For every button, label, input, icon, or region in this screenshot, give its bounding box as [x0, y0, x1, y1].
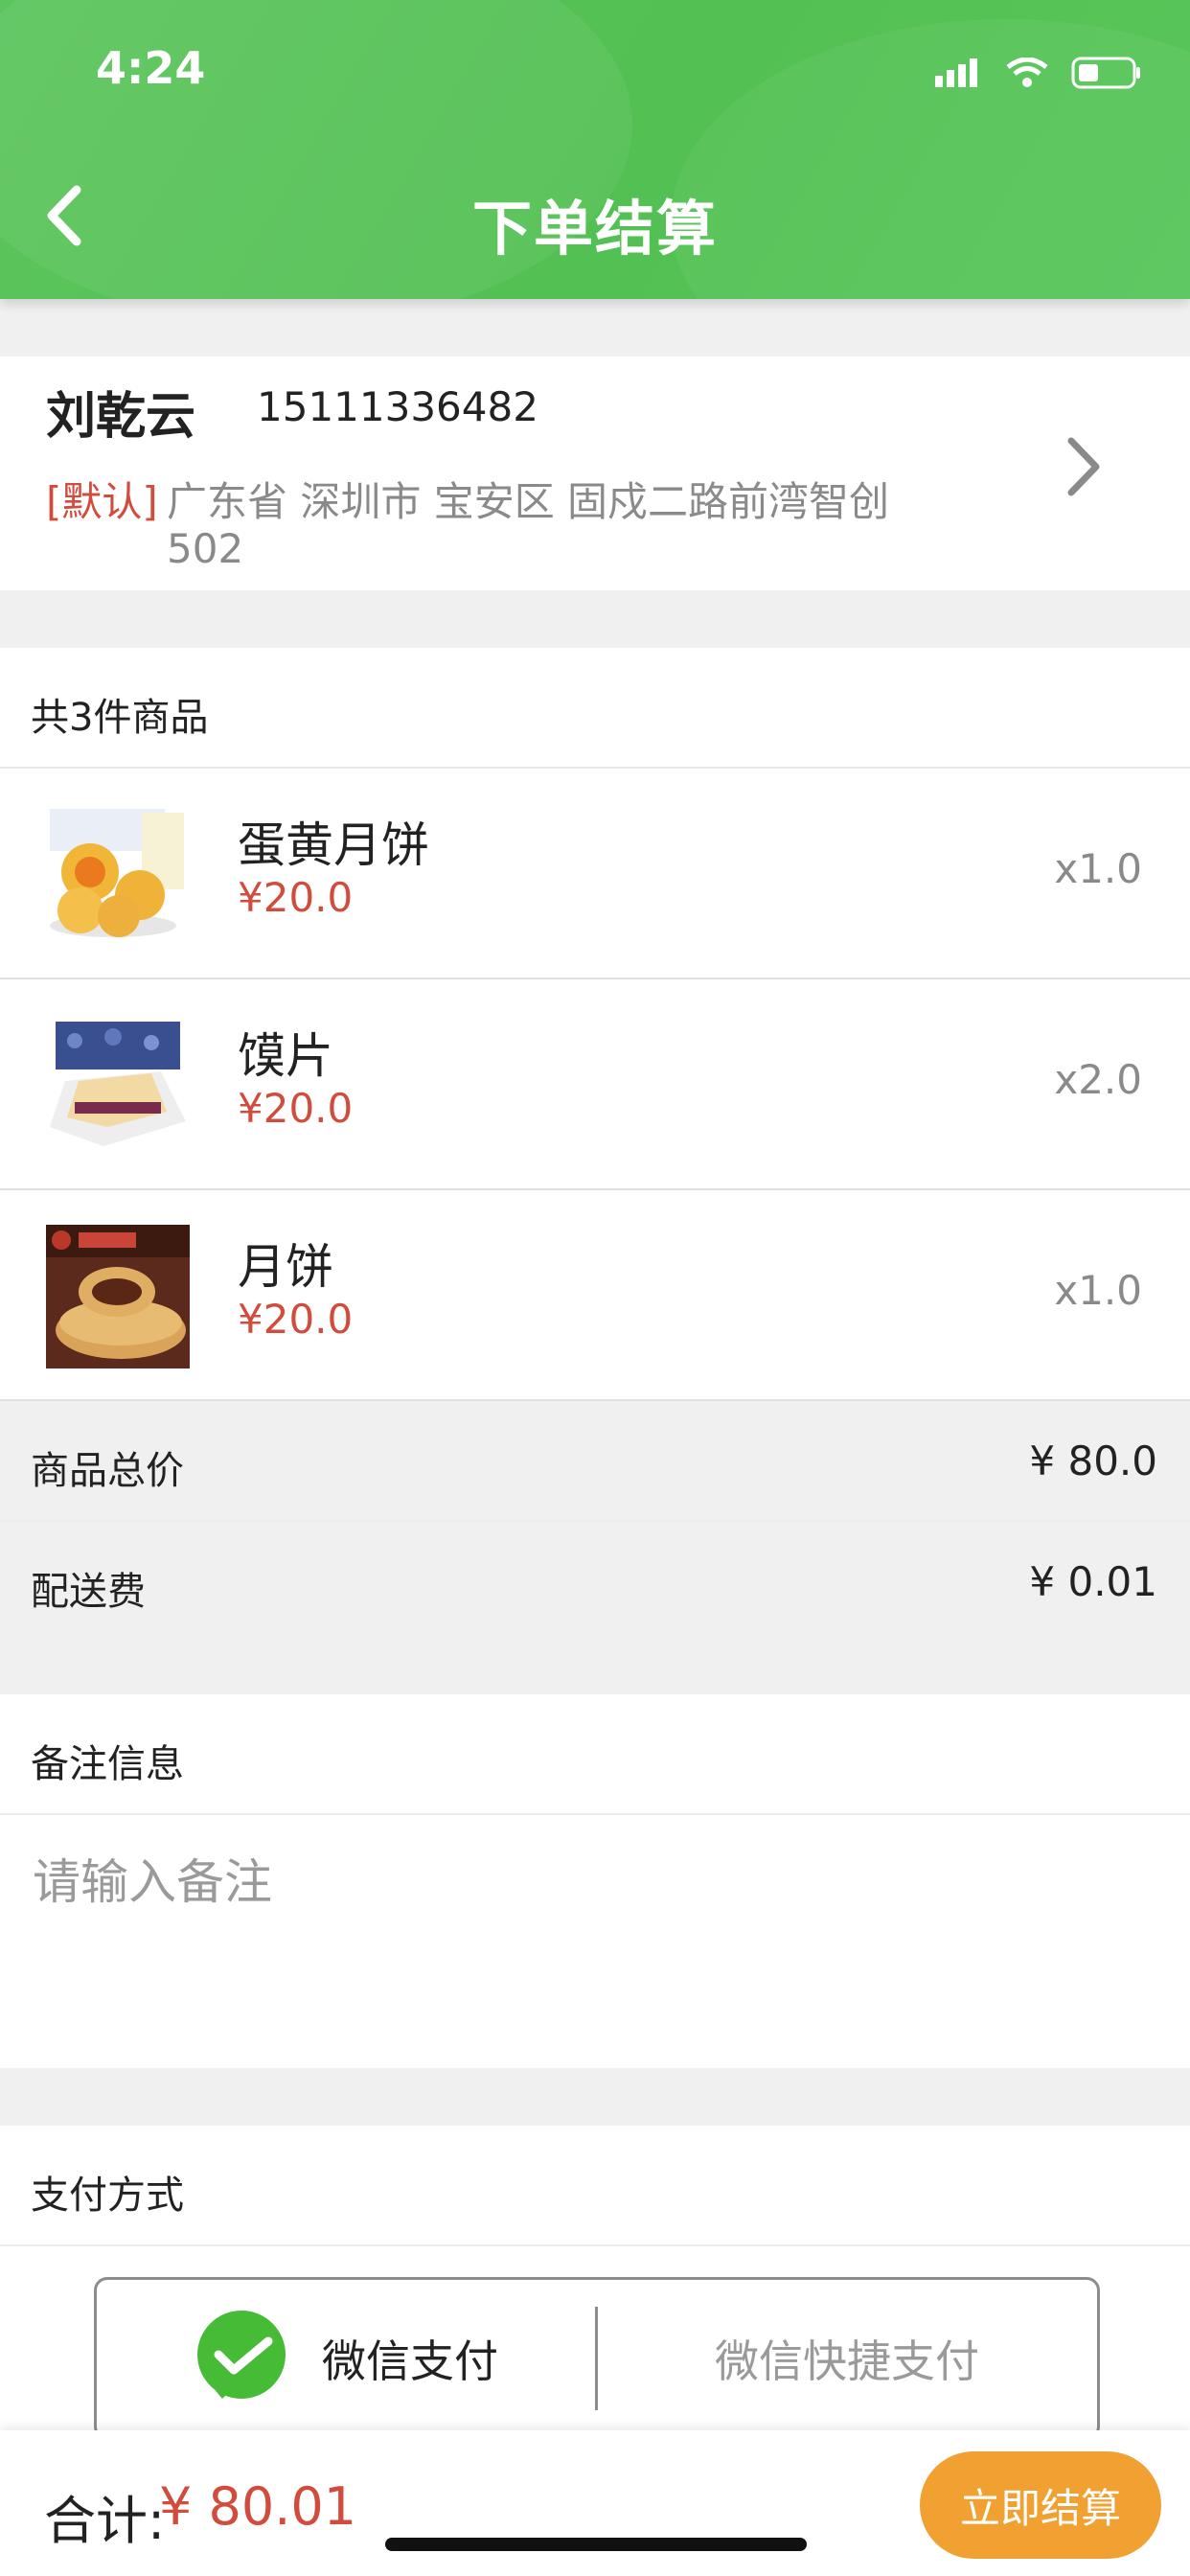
product-quantity: x2.0 [1054, 1056, 1142, 1103]
product-quantity: x1.0 [1054, 1267, 1142, 1314]
recipient-phone: 15111336482 [257, 383, 538, 430]
product-price: ¥20.0 [238, 1085, 354, 1132]
wifi-icon [1006, 58, 1048, 87]
product-price: ¥20.0 [238, 1296, 354, 1343]
delivery-fee-value: ¥ 0.01 [1029, 1558, 1157, 1605]
wechat-pay-label: 微信支付 [322, 2335, 498, 2387]
subtotal-row: 商品总价 ¥ 80.0 [0, 1401, 1190, 1522]
remark-header: 备注信息 [0, 1694, 1190, 1815]
delivery-fee-row: 配送费 ¥ 0.01 [0, 1522, 1190, 1641]
product-price: ¥20.0 [238, 874, 354, 921]
chevron-right-icon [1067, 437, 1100, 496]
total-amount: ¥ 80.01 [159, 2476, 357, 2537]
order-items: 共3件商品 蛋黄月饼 ¥20.0 x1.0 馍片 ¥20.0 x2.0 月饼 ¥… [0, 648, 1190, 1614]
page-title: 下单结算 [471, 194, 718, 264]
item-count-label: 共3件商品 [31, 696, 209, 740]
wechat-quick-pay-label: 微信快捷支付 [715, 2335, 979, 2387]
subtotal-label: 商品总价 [31, 1449, 184, 1493]
app-header: 4:24 下单结算 [0, 0, 1190, 299]
wechat-quick-pay-option[interactable]: 微信快捷支付 [597, 2280, 1097, 2437]
signal-icon [935, 58, 977, 87]
payment-method-selector: 微信支付 微信快捷支付 [94, 2277, 1100, 2440]
payment-header: 支付方式 [0, 2126, 1190, 2246]
bread-slice-image [46, 1014, 190, 1158]
remark-input[interactable] [31, 1842, 1156, 2037]
address-card[interactable]: 刘乾云 15111336482 [默认] 广东省 深圳市 宝安区 固戍二路前湾智… [0, 356, 1190, 590]
product-name: 月饼 [238, 1239, 333, 1295]
address-line-2: 502 [167, 525, 244, 572]
product-name: 蛋黄月饼 [238, 817, 429, 873]
checkout-button[interactable]: 立即结算 [920, 2451, 1161, 2559]
delivery-fee-label: 配送费 [31, 1570, 146, 1614]
product-row: 蛋黄月饼 ¥20.0 x1.0 [0, 769, 1190, 979]
remark-label: 备注信息 [31, 1742, 184, 1786]
product-row: 月饼 ¥20.0 x1.0 [0, 1190, 1190, 1401]
status-time: 4:24 [96, 42, 206, 94]
status-icons [935, 54, 1142, 92]
default-tag: [默认] [46, 478, 158, 525]
home-indicator[interactable] [385, 2538, 807, 2551]
product-row: 馍片 ¥20.0 x2.0 [0, 979, 1190, 1190]
subtotal-value: ¥ 80.0 [1029, 1438, 1157, 1484]
payment-label: 支付方式 [31, 2174, 184, 2218]
product-quantity: x1.0 [1054, 845, 1142, 892]
mooncake-image [46, 1225, 190, 1368]
wechat-pay-option[interactable]: 微信支付 [97, 2280, 595, 2437]
total-label: 合计: [44, 2491, 166, 2551]
address-line-1: 广东省 深圳市 宝安区 固戍二路前湾智创 [167, 478, 890, 525]
egg-yolk-mooncake-image [46, 803, 190, 947]
battery-icon [1071, 57, 1140, 89]
remark-section: 备注信息 [0, 1694, 1190, 2068]
item-count-row: 共3件商品 [0, 648, 1190, 769]
recipient-name: 刘乾云 [46, 388, 196, 446]
product-name: 馍片 [238, 1028, 333, 1084]
checkout-bar: 合计: ¥ 80.01 立即结算 [0, 2430, 1190, 2576]
wechat-pay-icon [197, 2311, 286, 2399]
